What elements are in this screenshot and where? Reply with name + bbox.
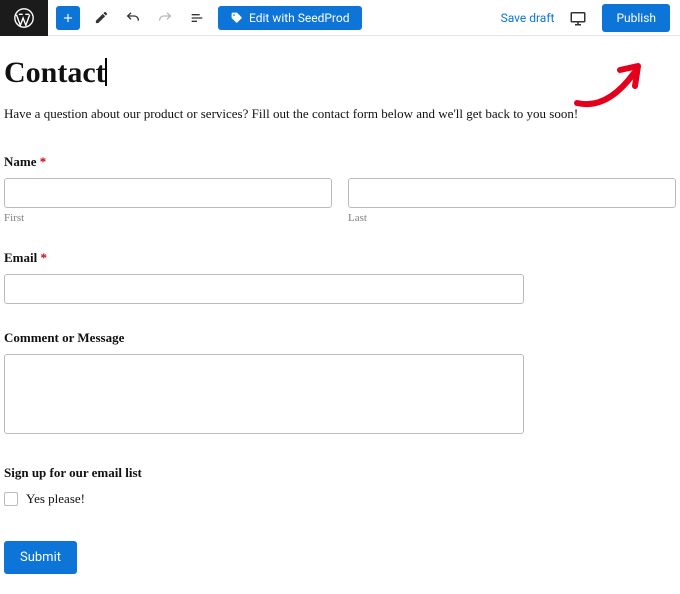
first-name-input[interactable] — [4, 178, 332, 208]
signup-label: Sign up for our email list — [4, 465, 676, 481]
seedprod-button-label: Edit with SeedProd — [249, 11, 350, 25]
required-marker: * — [40, 250, 47, 265]
undo-icon — [125, 10, 141, 26]
name-label: Name * — [4, 154, 676, 170]
field-signup: Sign up for our email list Yes please! — [4, 465, 676, 507]
save-draft-link[interactable]: Save draft — [501, 11, 555, 25]
required-marker: * — [40, 154, 47, 169]
document-outline-button[interactable] — [186, 7, 208, 29]
last-name-input[interactable] — [348, 178, 676, 208]
submit-button[interactable]: Submit — [4, 541, 77, 574]
email-label: Email * — [4, 250, 676, 266]
tag-icon — [230, 11, 243, 24]
email-label-text: Email — [4, 250, 37, 265]
desktop-icon — [569, 9, 587, 27]
redo-button[interactable] — [154, 7, 176, 29]
field-email: Email * — [4, 250, 676, 304]
email-input[interactable] — [4, 274, 524, 304]
signup-option-label: Yes please! — [26, 491, 85, 507]
field-comment: Comment or Message — [4, 330, 676, 439]
editor-toolbar: Edit with SeedProd Save draft Publish — [0, 0, 680, 36]
first-name-sublabel: First — [4, 212, 332, 224]
redo-icon — [157, 10, 173, 26]
edit-with-seedprod-button[interactable]: Edit with SeedProd — [218, 6, 362, 30]
add-block-button[interactable] — [56, 6, 80, 30]
list-icon — [189, 10, 205, 26]
toolbar-left-group: Edit with SeedProd — [48, 6, 362, 30]
field-name: Name * First Last — [4, 154, 676, 224]
name-label-text: Name — [4, 154, 37, 169]
page-title[interactable]: Contact — [4, 56, 106, 90]
signup-checkbox[interactable] — [4, 492, 18, 506]
wordpress-icon — [13, 7, 35, 29]
wordpress-logo[interactable] — [0, 0, 48, 36]
publish-button[interactable]: Publish — [602, 4, 670, 32]
page-title-text: Contact — [4, 56, 106, 89]
page-content: Contact Have a question about our produc… — [0, 36, 680, 594]
page-intro[interactable]: Have a question about our product or ser… — [4, 106, 676, 122]
plus-icon — [61, 11, 75, 25]
pencil-icon — [94, 10, 109, 25]
text-caret — [105, 58, 107, 86]
last-name-sublabel: Last — [348, 212, 676, 224]
comment-textarea[interactable] — [4, 354, 524, 434]
toolbar-right-group: Save draft Publish — [501, 4, 680, 32]
preview-button[interactable] — [568, 8, 588, 28]
undo-button[interactable] — [122, 7, 144, 29]
edit-mode-button[interactable] — [90, 7, 112, 29]
comment-label: Comment or Message — [4, 330, 676, 346]
